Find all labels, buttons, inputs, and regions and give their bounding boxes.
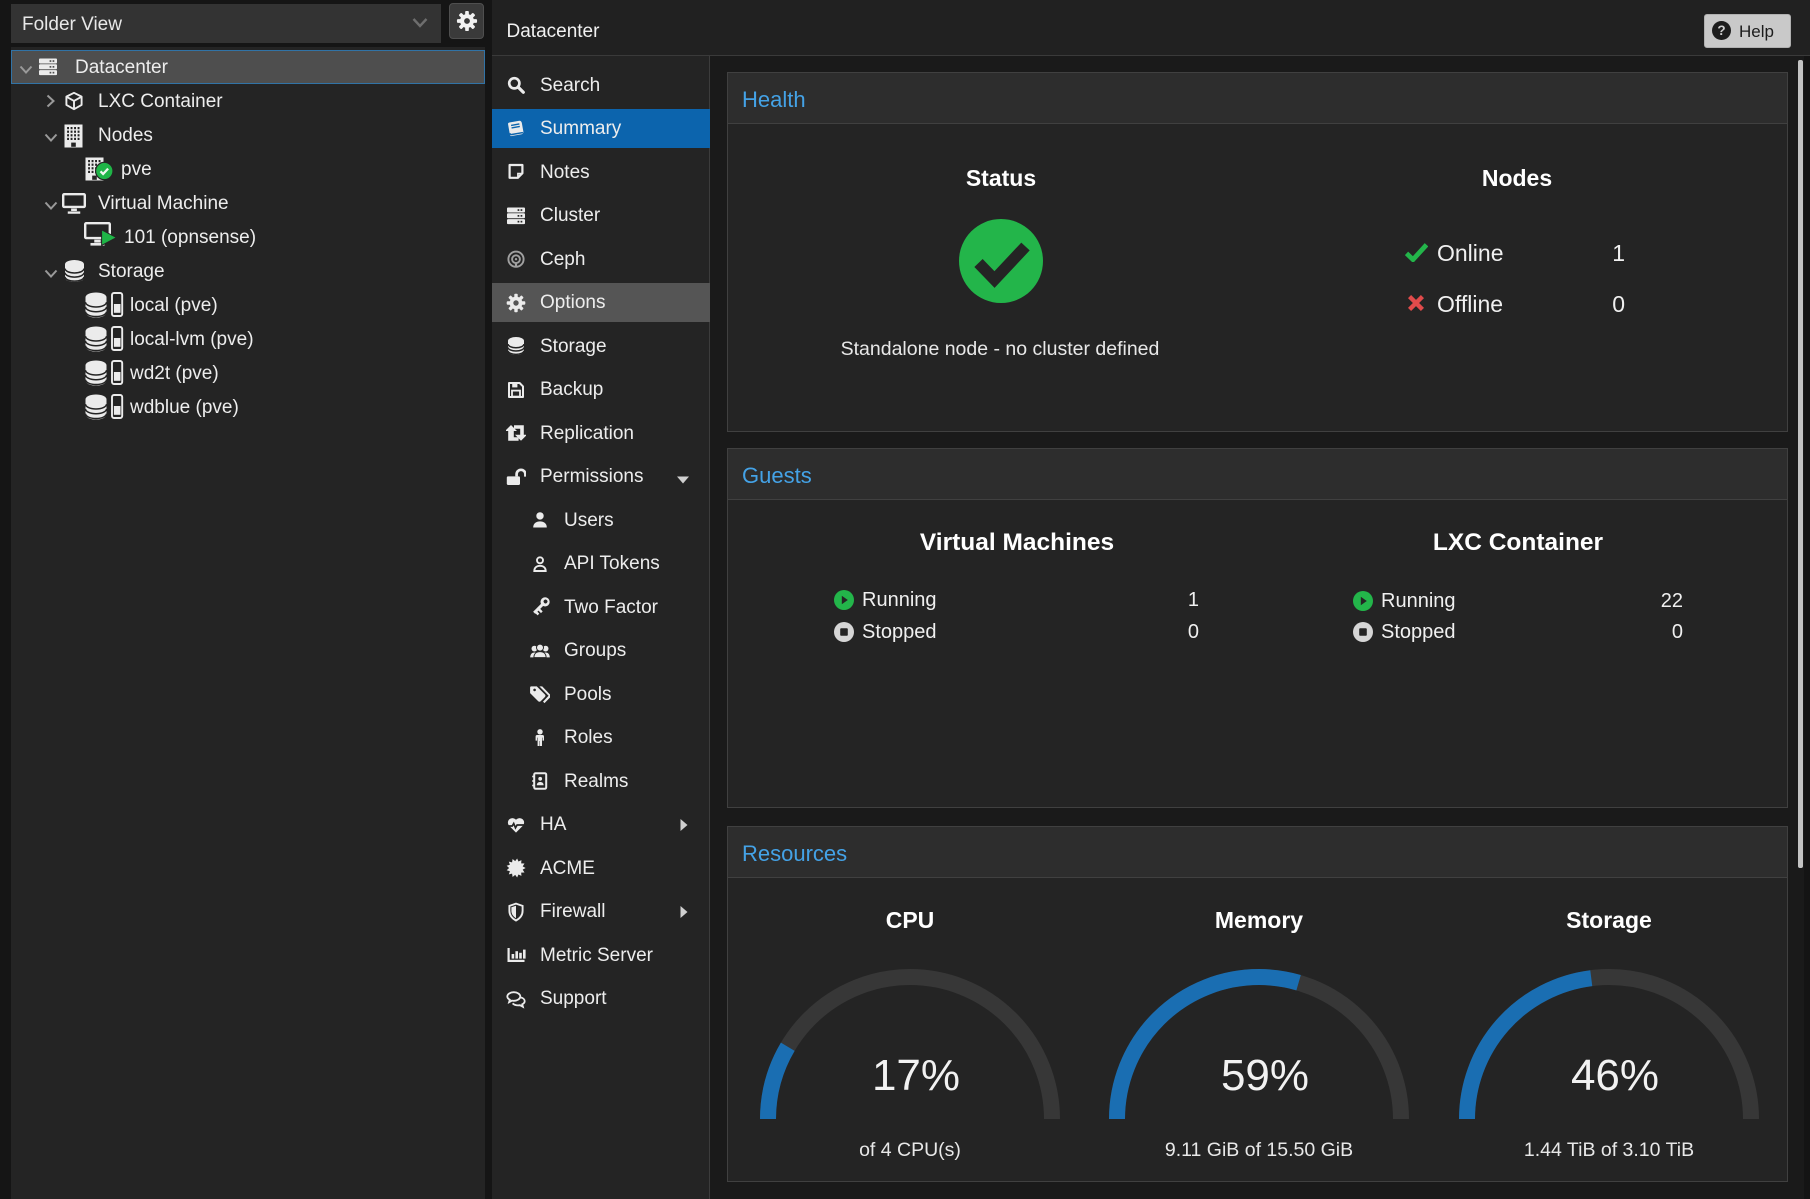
svg-text:?: ?	[1717, 23, 1725, 38]
